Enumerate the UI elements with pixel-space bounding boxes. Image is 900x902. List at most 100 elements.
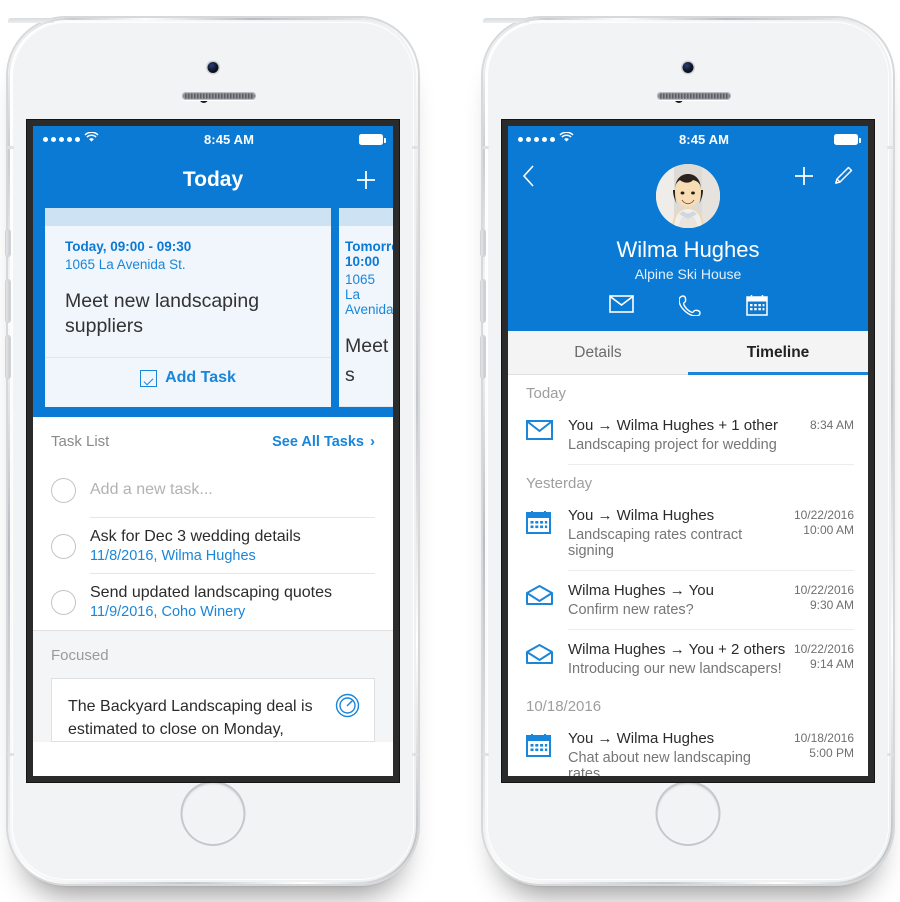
add-button[interactable]	[353, 167, 379, 193]
appointment-carousel[interactable]: Today, 09:00 - 09:30 1065 La Avenida St.…	[33, 208, 393, 417]
task-row[interactable]: Ask for Dec 3 wedding details 11/8/2016,…	[33, 518, 393, 574]
task-title: Send updated landscaping quotes	[90, 584, 332, 601]
volume-down-button[interactable]	[481, 336, 485, 378]
earpiece-speaker	[656, 92, 731, 100]
signal-strength-icon	[43, 136, 80, 142]
timeline-subtitle: Landscaping project for wedding	[568, 437, 777, 453]
focused-insight-card[interactable]: The Backyard Landscaping deal is estimat…	[51, 678, 375, 742]
email-action-button[interactable]	[608, 294, 634, 321]
envelope-open-icon	[526, 630, 556, 669]
focused-insight-text: The Backyard Landscaping deal is estimat…	[68, 698, 313, 738]
task-checkbox-icon[interactable]	[51, 477, 76, 503]
status-right	[834, 133, 861, 145]
envelope-closed-icon	[526, 406, 556, 445]
home-button[interactable]	[655, 781, 721, 846]
phone-left-screen: 8:45 AM Today Today, 09:00 - 09:30 1065 …	[33, 126, 393, 776]
status-bar: 8:45 AM	[508, 126, 868, 152]
timeline-subtitle: Chat about new landscaping rates	[568, 750, 751, 776]
task-meta[interactable]: 11/9/2016, Coho Winery	[90, 604, 375, 620]
task-content: Send updated landscaping quotes 11/9/201…	[90, 574, 375, 630]
appointment-time: Tomorrow, 10:00	[345, 239, 393, 269]
call-action-button[interactable]	[677, 294, 701, 321]
timeline-subtitle: Introducing our new landscapers!	[568, 661, 782, 677]
battery-icon	[359, 133, 386, 145]
timeline-item[interactable]: Wilma Hughes → You Confirm new rates? 10…	[508, 571, 868, 630]
timeline-item-body: Wilma Hughes → You + 2 others Introducin…	[568, 630, 854, 688]
task-meta[interactable]: 11/8/2016, Wilma Hughes	[90, 548, 375, 564]
contact-organization: Alpine Ski House	[634, 266, 742, 282]
timeline-text: Wilma Hughes → You + 2 others Introducin…	[568, 641, 786, 677]
add-task-label: Add Task	[165, 369, 236, 386]
new-task-row[interactable]: Add a new task...	[33, 462, 393, 518]
task-content: Ask for Dec 3 wedding details 11/8/2016,…	[90, 518, 375, 574]
card-body: Tomorrow, 10:00 1065 La Avenida Meet s	[339, 226, 393, 406]
focused-heading: Focused	[51, 647, 109, 664]
timeline-item[interactable]: Wilma Hughes → You + 2 others Introducin…	[508, 630, 868, 688]
envelope-open-icon	[526, 571, 556, 610]
timeline-title: You → Wilma Hughes + 1 other	[568, 417, 778, 434]
wifi-icon	[84, 131, 99, 146]
new-task-input-wrap[interactable]: Add a new task...	[90, 462, 375, 518]
timeline-timestamp: 10/22/2016 9:14 AM	[793, 642, 854, 671]
add-button[interactable]	[792, 164, 816, 193]
timeline-subtitle: Confirm new rates?	[568, 602, 694, 618]
mute-switch[interactable]	[6, 230, 10, 256]
timeline-item-body: You → Wilma Hughes + 1 other Landscaping…	[568, 406, 854, 465]
battery-icon	[834, 133, 861, 145]
task-checkbox-icon[interactable]	[51, 589, 76, 615]
volume-down-button[interactable]	[6, 336, 10, 378]
volume-up-button[interactable]	[6, 280, 10, 322]
wifi-icon	[559, 131, 574, 146]
avatar[interactable]	[656, 164, 720, 228]
task-list-title: Task List	[51, 433, 110, 450]
phone-left: 8:45 AM Today Today, 09:00 - 09:30 1065 …	[6, 18, 419, 884]
status-left	[43, 131, 99, 146]
appointment-time: Today, 09:00 - 09:30	[65, 239, 192, 254]
antenna-band	[887, 753, 894, 756]
front-camera-icon	[207, 62, 219, 73]
appointment-card[interactable]: Today, 09:00 - 09:30 1065 La Avenida St.…	[45, 208, 331, 407]
power-button[interactable]	[483, 18, 529, 23]
timeline-item[interactable]: You → Wilma Hughes Landscaping rates con…	[508, 496, 868, 571]
add-task-button[interactable]: Add Task	[45, 358, 331, 398]
timeline-item[interactable]: You → Wilma Hughes + 1 other Landscaping…	[508, 406, 868, 465]
calendar-icon	[526, 496, 556, 539]
timeline-text: Wilma Hughes → You Confirm new rates?	[568, 582, 786, 618]
tab-details[interactable]: Details	[508, 331, 688, 374]
status-time: 8:45 AM	[678, 131, 730, 147]
power-button[interactable]	[8, 18, 54, 23]
edit-pencil-icon[interactable]	[832, 165, 854, 192]
screenshot-stage: 8:45 AM Today Today, 09:00 - 09:30 1065 …	[0, 0, 900, 902]
schedule-action-button[interactable]	[745, 294, 768, 321]
header-right-actions	[792, 164, 854, 193]
task-title: Ask for Dec 3 wedding details	[90, 527, 301, 545]
task-row[interactable]: Send updated landscaping quotes 11/9/201…	[33, 574, 393, 630]
home-button[interactable]	[180, 781, 246, 846]
back-button[interactable]	[522, 164, 535, 193]
timeline-timestamp: 8:34 AM	[809, 418, 854, 432]
nav-bar: Today	[33, 152, 393, 208]
gauge-icon	[335, 693, 360, 718]
new-task-input[interactable]: Add a new task...	[90, 481, 375, 499]
timeline-text: You → Wilma Hughes + 1 other Landscaping…	[568, 417, 802, 453]
card-body: Today, 09:00 - 09:30 1065 La Avenida St.…	[45, 226, 331, 357]
signal-strength-icon	[518, 136, 555, 142]
timeline-item-body: You → Wilma Hughes Landscaping rates con…	[568, 496, 854, 571]
timeline-group-label: Yesterday	[526, 475, 593, 492]
appointment-title: Meet new landscaping suppliers	[65, 290, 260, 337]
phone-right: 8:45 AM Wilma Hughes Alpine Ski House De…	[481, 18, 894, 884]
appointment-location: 1065 La Avenida St.	[65, 257, 186, 272]
volume-up-button[interactable]	[481, 280, 485, 322]
tab-timeline[interactable]: Timeline	[688, 331, 868, 375]
appointment-card-next[interactable]: Tomorrow, 10:00 1065 La Avenida Meet s	[339, 208, 393, 407]
earpiece-speaker	[181, 92, 256, 100]
checkbox-icon	[140, 369, 158, 387]
timeline-text: You → Wilma Hughes Chat about new landsc…	[568, 730, 786, 776]
card-top-strip	[45, 208, 331, 226]
antenna-band	[7, 146, 14, 149]
task-checkbox-icon[interactable]	[51, 533, 76, 559]
mute-switch[interactable]	[481, 230, 485, 256]
timeline-text: You → Wilma Hughes Landscaping rates con…	[568, 507, 786, 559]
see-all-tasks-link[interactable]: See All Tasks ›	[272, 433, 375, 450]
timeline-item[interactable]: You → Wilma Hughes Chat about new landsc…	[508, 719, 868, 776]
